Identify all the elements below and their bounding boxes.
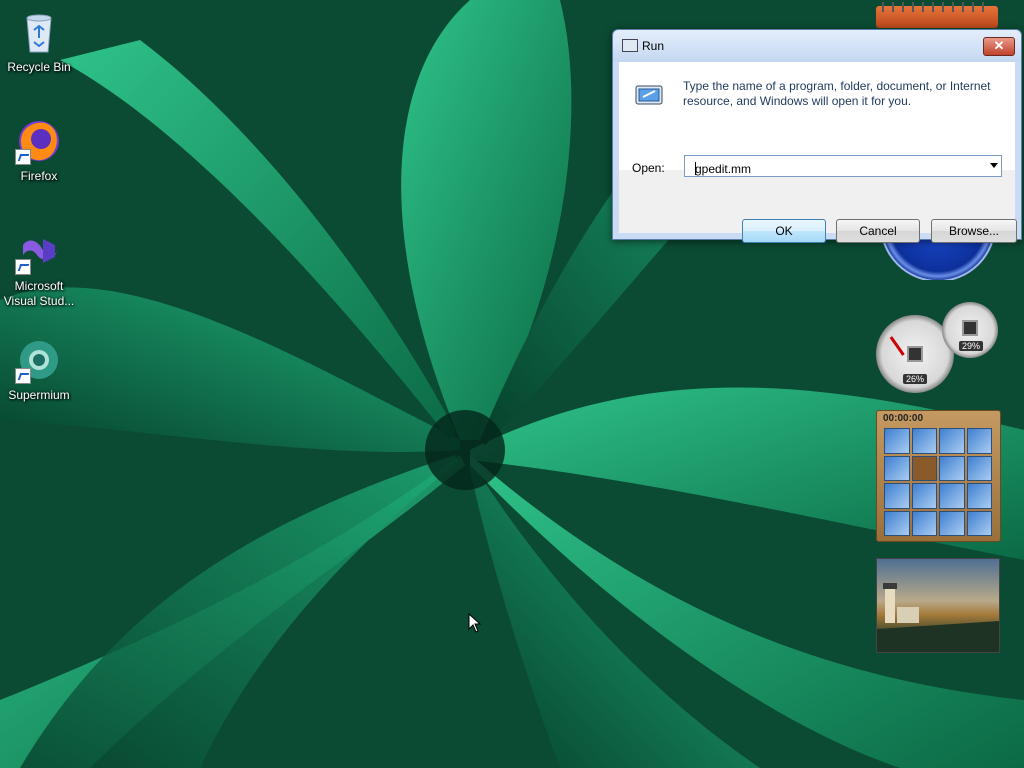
shortcut-arrow-icon xyxy=(15,368,31,384)
memory-chip-icon xyxy=(962,320,978,336)
memory-meter-gadget[interactable]: 29% xyxy=(942,302,998,358)
puzzle-tile[interactable] xyxy=(966,483,992,509)
visual-studio-icon xyxy=(15,227,63,275)
desktop-icon-recycle-bin[interactable]: Recycle Bin xyxy=(1,8,77,75)
puzzle-tile[interactable] xyxy=(939,510,965,536)
puzzle-tile[interactable] xyxy=(911,428,937,454)
dialog-body: Type the name of a program, folder, docu… xyxy=(619,62,1017,243)
cpu-needle xyxy=(889,336,905,356)
desktop-icon-label: Recycle Bin xyxy=(7,60,71,74)
puzzle-tile[interactable] xyxy=(884,428,910,454)
browse-button[interactable]: Browse... xyxy=(931,219,1017,243)
calendar-rings xyxy=(882,2,992,12)
picture-puzzle-gadget[interactable]: 00:00:00 xyxy=(876,410,1001,542)
lighthouse-photo xyxy=(877,583,999,652)
slideshow-gadget[interactable] xyxy=(876,558,1000,653)
desktop-icon-label: Supermium xyxy=(8,388,70,402)
desktop-icon-label: Firefox xyxy=(20,169,58,183)
puzzle-tile[interactable] xyxy=(939,428,965,454)
shortcut-arrow-icon xyxy=(15,149,31,165)
recycle-bin-icon xyxy=(15,8,63,56)
calendar-gadget[interactable] xyxy=(876,2,998,28)
dialog-title: Run xyxy=(642,39,665,53)
puzzle-empty-slot xyxy=(911,455,937,481)
close-button[interactable]: ✕ xyxy=(983,37,1015,56)
puzzle-tile[interactable] xyxy=(966,428,992,454)
desktop-icon-label: Microsoft Visual Stud... xyxy=(3,279,75,308)
puzzle-tile[interactable] xyxy=(884,510,910,536)
ok-button[interactable]: OK xyxy=(742,219,826,243)
supermium-icon xyxy=(15,336,63,384)
puzzle-tile[interactable] xyxy=(911,510,937,536)
puzzle-timer: 00:00:00 xyxy=(883,413,924,424)
firefox-icon xyxy=(15,117,63,165)
run-title-icon xyxy=(622,39,638,52)
cpu-chip-icon xyxy=(907,346,923,362)
puzzle-tile[interactable] xyxy=(911,483,937,509)
cancel-button[interactable]: Cancel xyxy=(836,219,920,243)
puzzle-tile[interactable] xyxy=(884,483,910,509)
dialog-content-area: Type the name of a program, folder, docu… xyxy=(619,62,1015,177)
desktop-icon-firefox[interactable]: Firefox xyxy=(1,117,77,184)
puzzle-tile[interactable] xyxy=(966,510,992,536)
chevron-down-icon[interactable] xyxy=(990,163,998,168)
desktop-icon-visual-studio[interactable]: Microsoft Visual Stud... xyxy=(1,227,77,309)
title-bar[interactable]: Run ✕ xyxy=(613,30,1021,62)
puzzle-tile[interactable] xyxy=(939,455,965,481)
mouse-cursor-icon xyxy=(468,613,482,633)
memory-percent: 29% xyxy=(959,341,984,351)
run-dialog[interactable]: Run ✕ Type the name of a program, folder… xyxy=(612,29,1022,243)
run-program-icon xyxy=(635,85,663,105)
desktop-icon-supermium[interactable]: Supermium xyxy=(1,336,77,403)
puzzle-tile[interactable] xyxy=(939,483,965,509)
cpu-percent: 26% xyxy=(903,374,928,384)
shortcut-arrow-icon xyxy=(15,259,31,275)
puzzle-tile[interactable] xyxy=(966,455,992,481)
puzzle-grid xyxy=(884,428,992,536)
open-combobox[interactable]: gpedit.mm xyxy=(684,155,1002,177)
dialog-description: Type the name of a program, folder, docu… xyxy=(683,79,991,108)
open-label: Open: xyxy=(632,161,665,175)
puzzle-tile[interactable] xyxy=(884,455,910,481)
